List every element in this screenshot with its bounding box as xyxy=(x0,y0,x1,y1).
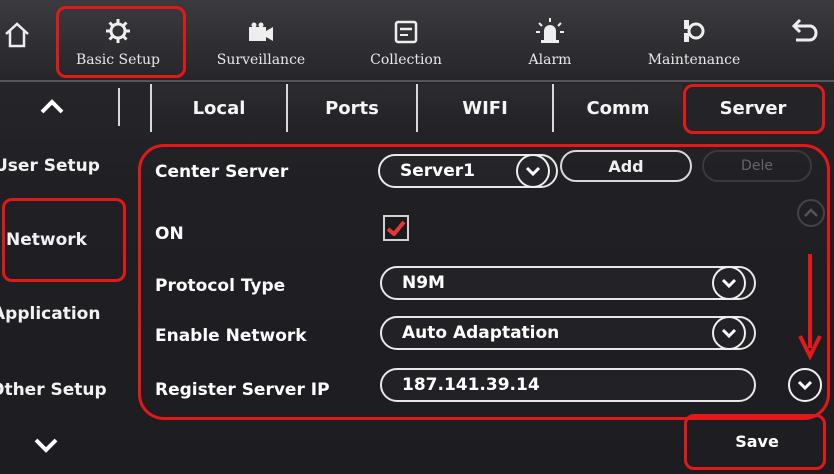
sidebar-item-application[interactable]: Application xyxy=(0,304,118,324)
sidebar-item-other-setup-label: Other Setup xyxy=(0,380,107,400)
list-scroll-up-icon[interactable] xyxy=(796,198,826,228)
add-server-button[interactable]: Add xyxy=(560,150,692,182)
chevron-down-icon xyxy=(721,328,737,338)
tab-comm[interactable]: Comm xyxy=(552,84,682,132)
sidebar-item-user-setup-label: User Setup xyxy=(0,156,100,176)
menu-collection[interactable]: Collection xyxy=(346,0,466,78)
register-server-ip-label: Register Server IP xyxy=(155,380,330,400)
sidebar-item-network-label: Network xyxy=(6,230,87,250)
document-icon xyxy=(394,20,418,44)
tab-server-label: Server xyxy=(719,97,787,119)
enable-network-label: Enable Network xyxy=(155,326,307,346)
tab-comm-label: Comm xyxy=(586,97,650,119)
tab-divider xyxy=(118,88,120,126)
menu-maintenance[interactable]: Maintenance xyxy=(624,0,764,78)
protocol-type-select[interactable]: N9M xyxy=(380,266,756,300)
checkmark-icon xyxy=(386,220,406,236)
back-icon[interactable] xyxy=(790,16,820,44)
register-server-ip-input[interactable]: 187.141.39.14 xyxy=(380,368,756,402)
tab-local-label: Local xyxy=(192,97,246,119)
delete-server-label: Dele xyxy=(741,158,773,174)
camera-icon xyxy=(249,22,273,41)
menu-surveillance-label: Surveillance xyxy=(216,52,306,68)
center-server-dropdown[interactable] xyxy=(516,154,550,188)
annotation-arrow-icon xyxy=(798,254,822,361)
delete-server-button[interactable]: Dele xyxy=(702,150,812,182)
protocol-type-label: Protocol Type xyxy=(155,276,286,296)
register-server-ip-value: 187.141.39.14 xyxy=(402,375,540,395)
wrench-icon xyxy=(684,20,705,42)
chevron-down-icon xyxy=(721,278,737,288)
enable-network-dropdown[interactable] xyxy=(712,316,746,350)
sidebar-item-network[interactable]: Network xyxy=(4,230,122,250)
chevron-down-icon xyxy=(525,166,541,176)
tab-wifi-label: WIFI xyxy=(462,97,508,119)
tab-wifi[interactable]: WIFI xyxy=(416,84,552,132)
menu-basic-setup[interactable]: Basic Setup xyxy=(58,0,178,78)
menu-maintenance-label: Maintenance xyxy=(647,52,741,68)
add-server-label: Add xyxy=(608,156,644,176)
sidebar-item-user-setup[interactable]: User Setup xyxy=(0,156,118,176)
menu-collection-label: Collection xyxy=(370,52,442,68)
center-server-value: Server1 xyxy=(400,161,475,181)
scroll-up-icon[interactable] xyxy=(22,86,82,126)
dvr-settings-screen: Basic Setup Surveillance Collection Alar… xyxy=(0,0,834,474)
gear-icon xyxy=(106,19,130,43)
list-scroll-down-button[interactable] xyxy=(788,368,822,402)
tab-server[interactable]: Server xyxy=(684,84,822,132)
enable-network-value: Auto Adaptation xyxy=(402,323,560,343)
menu-basic-setup-label: Basic Setup xyxy=(75,52,161,68)
center-server-label: Center Server xyxy=(155,162,289,182)
menu-alarm[interactable]: Alarm xyxy=(500,0,600,78)
sidebar-item-application-label: Application xyxy=(0,304,101,324)
on-label: ON xyxy=(155,224,184,244)
top-menu-bar: Basic Setup Surveillance Collection Alar… xyxy=(0,0,834,82)
tab-local[interactable]: Local xyxy=(150,84,286,132)
home-icon[interactable] xyxy=(4,20,30,48)
protocol-type-dropdown[interactable] xyxy=(712,266,746,300)
sidebar-item-other-setup[interactable]: Other Setup xyxy=(0,380,118,400)
protocol-type-value: N9M xyxy=(402,273,445,293)
chevron-down-icon xyxy=(797,380,813,390)
menu-surveillance[interactable]: Surveillance xyxy=(196,0,326,78)
save-button-label: Save xyxy=(735,431,779,451)
menu-alarm-label: Alarm xyxy=(528,52,572,68)
tab-ports[interactable]: Ports xyxy=(286,84,416,132)
save-button[interactable]: Save xyxy=(690,417,824,465)
scroll-down-icon[interactable] xyxy=(26,430,66,460)
tab-ports-label: Ports xyxy=(325,97,379,119)
on-checkbox[interactable] xyxy=(383,215,409,241)
enable-network-select[interactable]: Auto Adaptation xyxy=(380,316,756,350)
alarm-light-icon xyxy=(536,18,564,43)
